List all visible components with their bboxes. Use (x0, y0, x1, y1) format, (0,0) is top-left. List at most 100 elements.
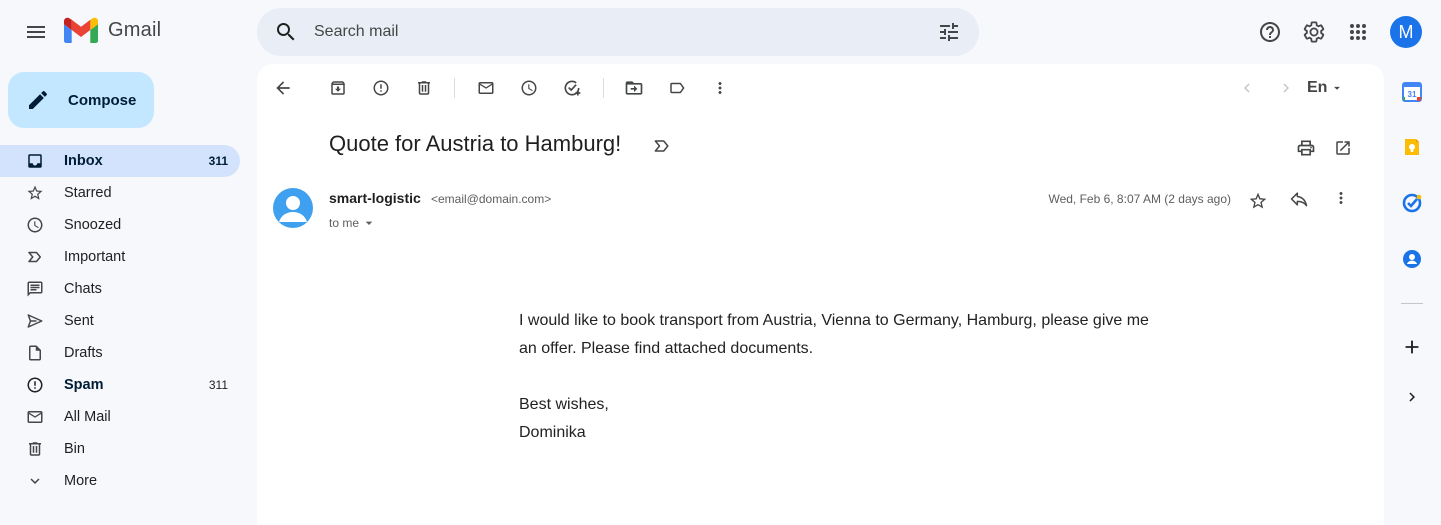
main-menu-button[interactable] (16, 12, 56, 52)
sidebar-item-label: Inbox (64, 153, 103, 169)
clock-icon (521, 80, 537, 96)
mail-icon (478, 82, 494, 94)
sidebar-item-label: Drafts (64, 345, 103, 361)
delete-button[interactable] (404, 68, 444, 108)
sidebar-item-label: All Mail (64, 409, 111, 425)
support-button[interactable] (1250, 12, 1290, 52)
sidebar-item-label: Important (64, 249, 126, 265)
sidebar-item-drafts[interactable]: Drafts (0, 337, 240, 369)
search-button[interactable] (266, 12, 306, 52)
chat-icon (26, 280, 44, 298)
gear-icon (1303, 21, 1325, 43)
sidebar-item-label: More (64, 473, 98, 489)
sidebar-item-starred[interactable]: Starred (0, 177, 240, 209)
star-icon (1249, 192, 1267, 209)
sidebar-item-snoozed[interactable]: Snoozed (0, 209, 240, 241)
expand-side-panel-button[interactable] (1396, 381, 1428, 413)
sender-name[interactable]: smart-logistic (329, 190, 421, 206)
sidebar-item-all-mail[interactable]: All Mail (0, 401, 240, 433)
sidebar-item-label: Sent (64, 313, 94, 329)
back-button[interactable] (263, 68, 303, 108)
caret-down-icon (365, 221, 373, 225)
chevron-down-icon (26, 472, 44, 490)
toolbar-divider (603, 78, 604, 98)
message-more-button[interactable] (1323, 180, 1359, 216)
help-icon (1260, 22, 1280, 42)
draft-icon (26, 344, 44, 362)
calendar-app-button[interactable]: 31 (1396, 76, 1428, 108)
gmail-logo[interactable]: Gmail (64, 17, 161, 43)
sidebar-item-important[interactable]: Important (0, 241, 240, 273)
snooze-button[interactable] (509, 68, 549, 108)
body-closing: Best wishes, (519, 396, 609, 413)
chevron-left-icon (1244, 83, 1250, 93)
person-icon (279, 196, 307, 222)
search-input[interactable] (314, 20, 914, 44)
chevron-right-icon (1283, 83, 1289, 93)
input-tools-label: En (1307, 79, 1328, 96)
labels-button[interactable] (657, 68, 697, 108)
input-tools-button[interactable]: En (1307, 78, 1344, 98)
open-new-window-button[interactable] (1323, 132, 1363, 164)
hamburger-menu-icon (27, 26, 45, 38)
star-button[interactable] (1240, 183, 1276, 219)
account-avatar[interactable]: M (1390, 16, 1422, 48)
important-icon (654, 140, 669, 152)
mark-important-button[interactable] (647, 134, 677, 158)
contacts-app-button[interactable] (1396, 243, 1428, 275)
print-all-button[interactable] (1286, 132, 1326, 164)
report-spam-button[interactable] (361, 68, 401, 108)
sidebar-item-inbox[interactable]: Inbox 311 (0, 145, 240, 177)
svg-text:31: 31 (1408, 90, 1417, 99)
more-options-button[interactable] (700, 68, 740, 108)
sidebar-item-label: Chats (64, 281, 102, 297)
sidebar-item-spam[interactable]: Spam 311 (0, 369, 240, 401)
search-options-button[interactable] (929, 12, 969, 52)
chevron-right-icon (1409, 392, 1415, 402)
sender-avatar[interactable] (273, 188, 313, 228)
mail-icon (26, 408, 44, 426)
recipient-details-toggle[interactable]: to me (329, 215, 377, 231)
printer-icon (1297, 140, 1315, 156)
add-to-tasks-button[interactable] (552, 68, 592, 108)
google-apps-button[interactable] (1338, 12, 1378, 52)
clock-icon (26, 216, 44, 234)
sender-email: <email@domain.com> (431, 192, 552, 206)
compose-button[interactable]: Compose (8, 72, 154, 128)
tasks-app-button[interactable] (1396, 187, 1428, 219)
move-to-folder-icon (625, 81, 643, 95)
contacts-icon (1403, 250, 1421, 268)
keep-app-button[interactable] (1396, 131, 1428, 163)
newer-button[interactable] (1227, 68, 1267, 108)
get-addons-button[interactable] (1396, 331, 1428, 363)
move-to-button[interactable] (614, 68, 654, 108)
sidebar-item-label: Starred (64, 185, 112, 201)
sidebar-item-sent[interactable]: Sent (0, 305, 240, 337)
spam-icon (26, 376, 44, 394)
search-bar[interactable] (257, 8, 979, 56)
label-icon (670, 82, 685, 94)
tasks-icon (1402, 193, 1422, 213)
inbox-icon (26, 152, 44, 170)
sidebar-item-label: Spam (64, 377, 104, 393)
sidebar-item-label: Snoozed (64, 217, 122, 233)
sidebar-item-bin[interactable]: Bin (0, 433, 240, 465)
sidebar-item-chats[interactable]: Chats (0, 273, 240, 305)
unread-count: 311 (208, 378, 228, 392)
trash-icon (418, 81, 430, 95)
search-icon (277, 23, 295, 41)
mark-unread-button[interactable] (466, 68, 506, 108)
email-body: I would like to book transport from Aust… (519, 307, 1159, 447)
gmail-wordmark: Gmail (108, 18, 162, 41)
email-date: Wed, Feb 6, 8:07 AM (2 days ago) (1048, 192, 1231, 206)
recipient-label: to me (329, 216, 360, 230)
send-icon (26, 312, 44, 330)
trash-icon (26, 440, 44, 458)
reply-button[interactable] (1281, 181, 1317, 217)
older-button[interactable] (1266, 68, 1306, 108)
settings-button[interactable] (1294, 12, 1334, 52)
archive-button[interactable] (318, 68, 358, 108)
sidebar-item-more[interactable]: More (0, 465, 240, 497)
body-paragraph: I would like to book transport from Aust… (519, 312, 1149, 357)
important-icon (26, 248, 44, 266)
